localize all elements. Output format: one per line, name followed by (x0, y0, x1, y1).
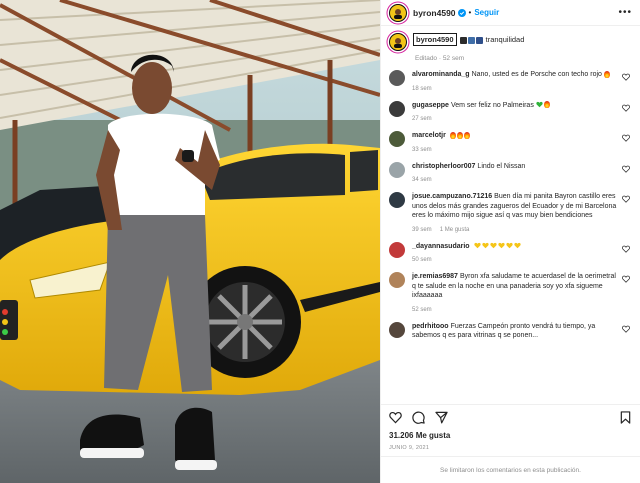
comment-time: 39 sem (412, 226, 432, 233)
yellow-heart-emoji-icon (505, 243, 513, 249)
like-comment-heart-icon[interactable] (622, 73, 630, 81)
like-comment-heart-icon[interactable] (622, 325, 630, 333)
green-heart-emoji-icon (536, 102, 543, 108)
comment-item: josue.campuzano.71216 Buen día mi panita … (389, 192, 632, 237)
post-photo[interactable] (0, 0, 380, 483)
more-icon[interactable]: ••• (618, 7, 632, 18)
avatar-face-icon (394, 38, 402, 48)
author-avatar[interactable] (389, 3, 407, 22)
comment-time: 27 sem (412, 116, 432, 122)
comment-item: gugaseppe Vem ser feliz no Palmeiras 27 s… (389, 100, 632, 127)
comment-item: je.remias6987 Byron xfa saludame te acuer… (389, 272, 632, 317)
yellow-heart-emoji-icon (513, 243, 521, 249)
comment-time: 18 sem (412, 85, 432, 92)
comment-username[interactable]: je.remias6987 (412, 273, 458, 280)
comment-item: pedrhitooo Fuerzas Campeón pronto vendrá … (389, 321, 632, 341)
yellow-heart-emoji-icon (497, 243, 505, 249)
ice-emoji-icon (467, 36, 475, 44)
like-comment-heart-icon[interactable] (622, 134, 630, 142)
car-emoji-icon (459, 36, 467, 44)
yellow-heart-emoji-icon (473, 243, 481, 249)
comment-username[interactable]: josue.campuzano.71216 (412, 193, 492, 200)
comment-item: marcelotjr 33 sem (389, 131, 632, 157)
comment-text: Vem ser feliz no Palmeiras (450, 101, 534, 109)
separator-dot: • (468, 8, 472, 17)
fire-emoji-icon (449, 131, 456, 139)
commenter-avatar[interactable] (389, 161, 405, 178)
fire-emoji-icon (463, 131, 470, 139)
verified-icon (457, 8, 466, 17)
comment-time: 33 sem (412, 146, 432, 153)
action-bar (381, 404, 640, 424)
heart-icon[interactable] (389, 411, 402, 424)
commenter-avatar[interactable] (389, 272, 405, 288)
commenter-avatar[interactable] (389, 70, 405, 86)
like-comment-heart-icon[interactable] (622, 195, 630, 203)
comment-text: Lindo el Nissan (477, 162, 526, 170)
comment-item: christopherloor007 Lindo el Nissan 34 sem (389, 161, 632, 188)
caption-text: tranquilidad (485, 35, 525, 44)
post-panel: byron4590 • Seguir ••• byron4590 tranqui… (380, 0, 640, 483)
comments-list[interactable]: byron4590 tranquilidad Editado · 52 sem … (381, 27, 640, 396)
author-username[interactable]: byron4590 (413, 8, 456, 18)
commenter-avatar[interactable] (389, 131, 405, 147)
like-comment-heart-icon[interactable] (622, 165, 630, 173)
share-icon[interactable] (435, 411, 448, 424)
yellow-heart-emoji-icon (489, 243, 497, 249)
like-comment-heart-icon[interactable] (622, 275, 630, 283)
save-icon[interactable] (619, 411, 632, 424)
trophy-emoji-icon (475, 36, 483, 44)
comment-username[interactable]: alvarominanda_g (412, 71, 470, 78)
commenter-avatar[interactable] (389, 100, 405, 117)
comment-time: 34 sem (412, 177, 432, 183)
like-comment-heart-icon[interactable] (622, 104, 630, 112)
comment-time: 52 sem (412, 306, 432, 313)
like-comment-heart-icon[interactable] (622, 245, 630, 253)
yellow-heart-emoji-icon (481, 243, 489, 249)
comment-icon[interactable] (412, 411, 425, 424)
commenter-avatar[interactable] (389, 192, 405, 208)
comment-item: _dayannasudario 50 sem (389, 241, 632, 268)
comment-username[interactable]: marcelotjr (412, 132, 446, 139)
caption-text-wrap: tranquilidad (459, 33, 525, 44)
comment-username[interactable]: _dayannasudario (412, 243, 470, 250)
post-header: byron4590 • Seguir ••• (381, 0, 640, 26)
photo-illustration (0, 0, 380, 483)
fire-emoji-icon (603, 70, 610, 78)
commenter-avatar[interactable] (389, 241, 405, 258)
comment-item: alvarominanda_g Nano, usted es de Porsche… (389, 70, 632, 96)
caption: byron4590 tranquilidad (389, 33, 632, 51)
caption-avatar[interactable] (389, 33, 407, 51)
comment-username[interactable]: christopherloor007 (412, 163, 475, 170)
comment-text: Nano, usted es de Porsche con techo rojo (471, 71, 602, 78)
comments-limited-notice: Se limitaron los comentarios en esta pub… (381, 456, 640, 483)
caption-meta: Editado · 52 sem (415, 55, 465, 62)
fire-emoji-icon (456, 131, 463, 139)
comment-time: 50 sem (412, 257, 432, 263)
comment-likes[interactable]: 1 Me gusta (440, 227, 470, 233)
caption-username[interactable]: byron4590 (413, 33, 457, 46)
comment-username[interactable]: pedrhitooo (412, 323, 449, 330)
likes-count[interactable]: 31.206 Me gusta (389, 431, 450, 440)
post-date: JUNIO 9, 2021 (389, 445, 430, 451)
follow-button[interactable]: Seguir (474, 8, 499, 17)
avatar-face-icon (394, 8, 402, 19)
commenter-avatar[interactable] (389, 321, 405, 338)
fire-emoji-icon (543, 101, 550, 109)
comment-username[interactable]: gugaseppe (412, 102, 449, 109)
